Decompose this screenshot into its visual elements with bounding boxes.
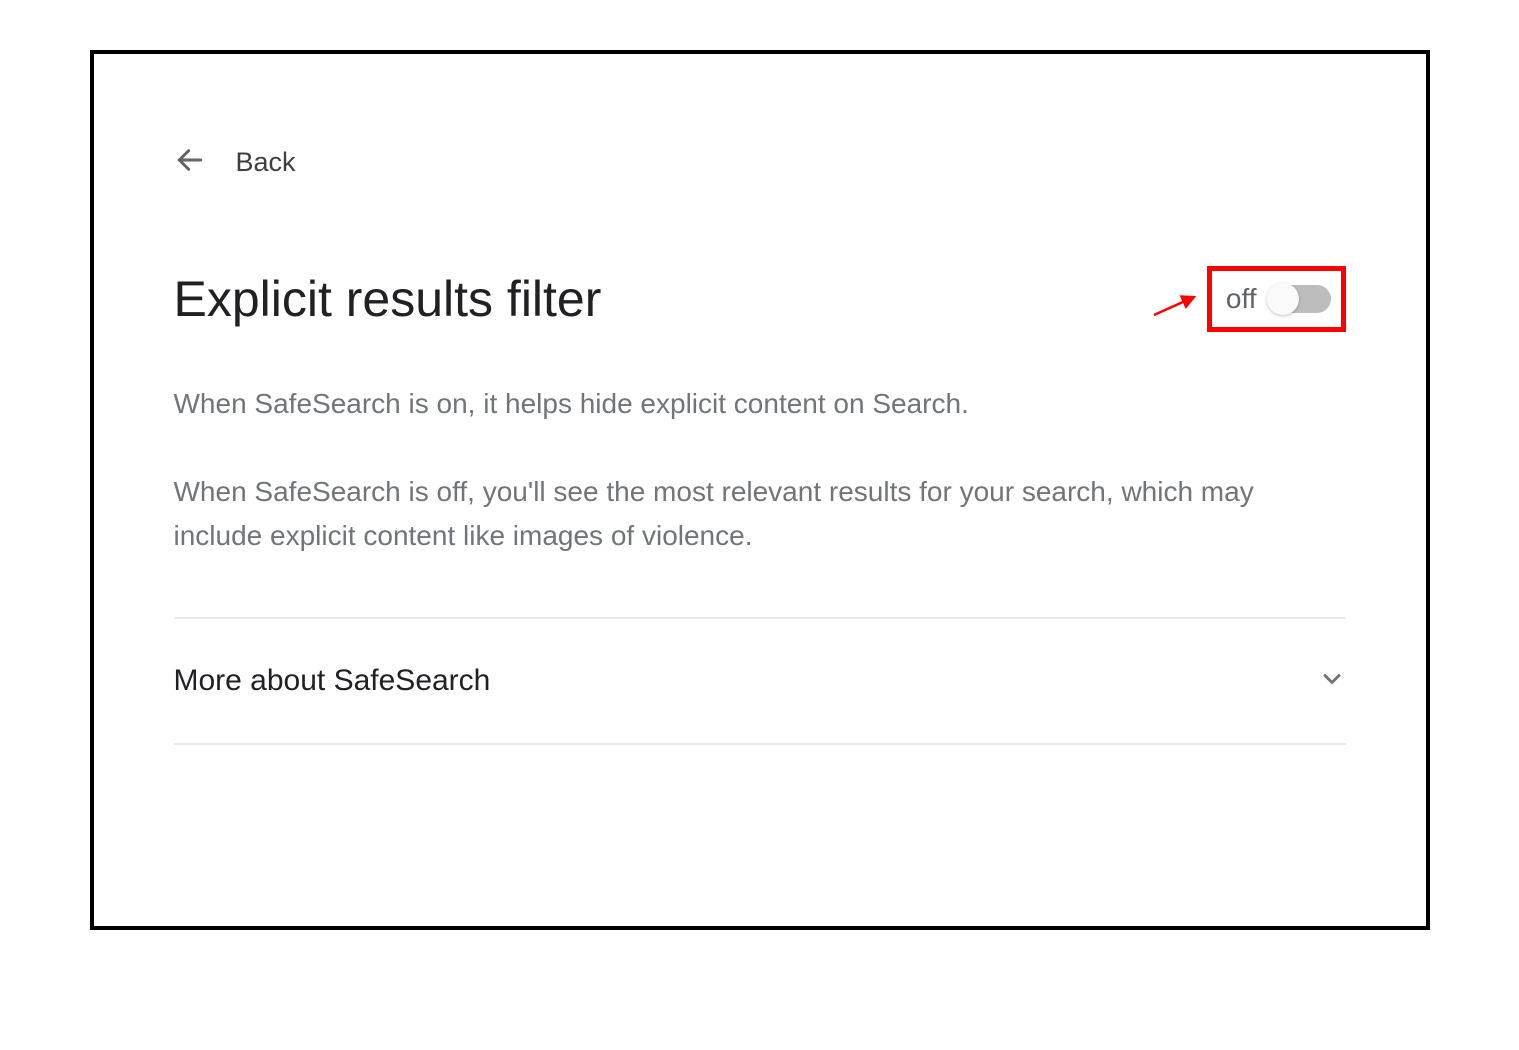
description-off-text: When SafeSearch is off, you'll see the m… xyxy=(174,470,1274,557)
toggle-state-label: off xyxy=(1226,283,1257,315)
settings-panel: Back Explicit results filter off When xyxy=(90,50,1430,930)
back-label: Back xyxy=(236,147,296,178)
back-button[interactable]: Back xyxy=(174,144,296,181)
page-title: Explicit results filter xyxy=(174,270,602,328)
back-arrow-icon xyxy=(174,144,206,181)
safesearch-toggle[interactable] xyxy=(1269,285,1331,313)
toggle-knob-icon xyxy=(1267,283,1299,315)
more-about-safesearch-row[interactable]: More about SafeSearch xyxy=(174,619,1346,745)
title-row: Explicit results filter off xyxy=(174,266,1346,332)
annotation-arrow-icon xyxy=(1152,293,1200,324)
chevron-down-icon xyxy=(1318,665,1346,698)
toggle-highlight-box: off xyxy=(1207,266,1346,332)
description-on-text: When SafeSearch is on, it helps hide exp… xyxy=(174,382,1274,425)
more-about-label: More about SafeSearch xyxy=(174,664,491,698)
